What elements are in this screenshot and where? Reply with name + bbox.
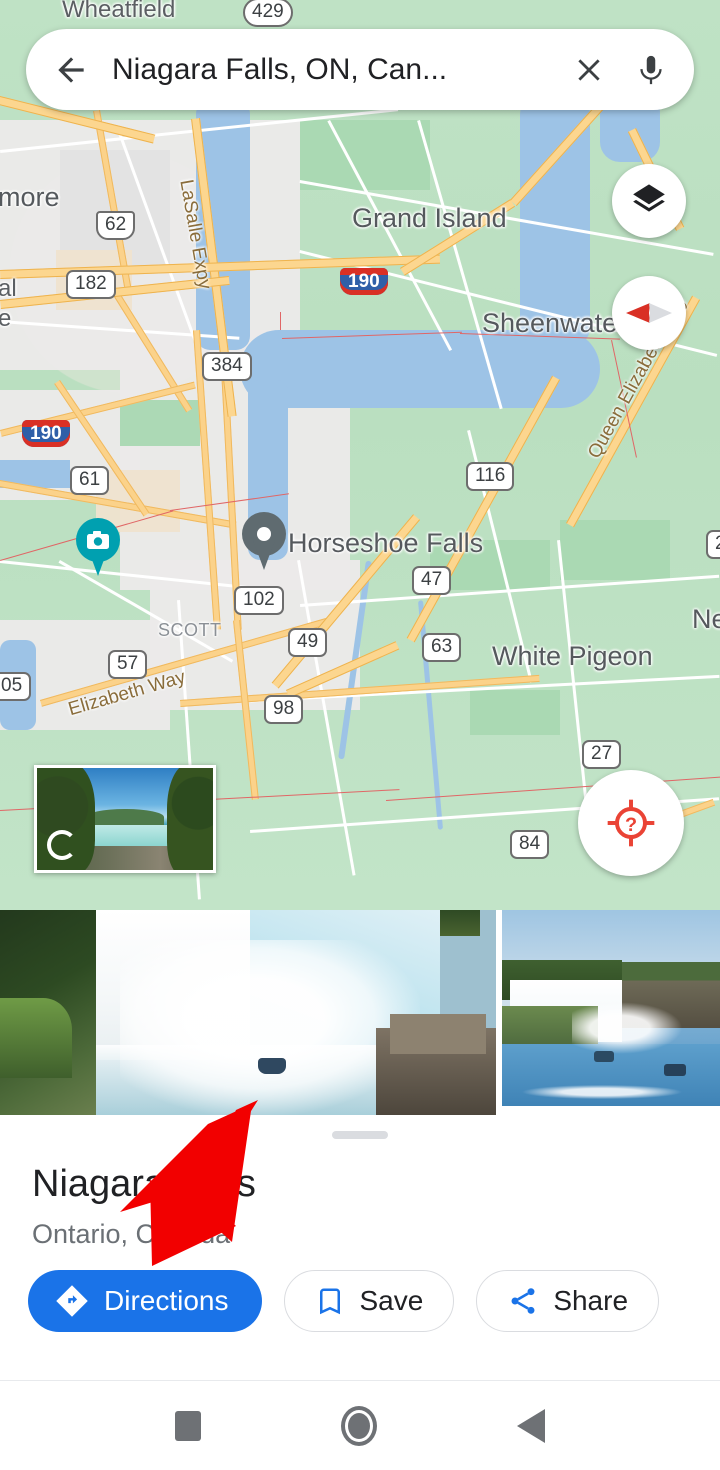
highway-shield: 49 [288, 628, 328, 657]
save-button[interactable]: Save [284, 1270, 455, 1332]
layers-icon [633, 184, 665, 212]
highway-shield: 2 [706, 530, 720, 559]
highway-shield: 05 [0, 672, 32, 701]
photo-vegetation [0, 998, 72, 1078]
map-label: Sheenwater [482, 308, 627, 338]
map-label: Wheatfield [62, 0, 176, 23]
photo-boat-2 [594, 1051, 614, 1062]
street-view-tree-right [167, 768, 213, 870]
street-view-hill [86, 808, 164, 826]
android-navigation-bar [0, 1380, 720, 1470]
map-border [280, 312, 281, 330]
map-label: SCOTT [158, 620, 222, 640]
back-triangle-icon[interactable] [517, 1408, 545, 1443]
place-title: Niagara Falls [32, 1163, 256, 1205]
pin-dot [257, 527, 271, 541]
photo-mist [120, 940, 420, 1115]
compass-icon [626, 303, 672, 323]
home-circle-icon[interactable] [341, 1405, 377, 1446]
street-view-thumbnail[interactable] [34, 765, 216, 873]
photo-town-buildings [390, 1014, 486, 1054]
bookmark-icon [320, 1288, 341, 1315]
map-compass-button[interactable] [612, 276, 686, 350]
save-label: Save [359, 1285, 424, 1316]
photo-boat [664, 1064, 686, 1076]
highway-shield: 429 [243, 0, 293, 27]
place-info-sheet: Niagara Falls Ontario, Canada Directions… [0, 1115, 720, 1380]
highway-shield: 27 [582, 740, 622, 769]
sheet-drag-handle[interactable] [332, 1131, 388, 1139]
place-photo-main[interactable] [0, 910, 496, 1115]
destination-pin[interactable] [242, 512, 286, 570]
microphone-icon [640, 55, 662, 84]
voice-search-button[interactable] [634, 53, 668, 87]
photo-boat [258, 1058, 286, 1074]
highway-shield: 116 [466, 462, 515, 491]
highway-shield: 102 [234, 586, 284, 615]
search-input[interactable]: Niagara Falls, ON, Can... [112, 53, 562, 87]
back-button[interactable] [52, 51, 90, 89]
svg-text:?: ? [625, 814, 637, 836]
share-label: Share [553, 1285, 629, 1316]
highway-shield: 63 [422, 633, 462, 662]
share-icon [511, 1288, 535, 1314]
search-bar[interactable]: Niagara Falls, ON, Can... [26, 29, 694, 110]
directions-icon [56, 1285, 88, 1317]
map-label: Ne [692, 604, 720, 634]
highway-shield: 57 [108, 650, 148, 679]
map-canvas[interactable]: Wheatfield Grand Island Sheenwater more al e H… [0, 0, 720, 910]
map-landuse [300, 120, 430, 190]
pin-tail [253, 540, 275, 570]
back-arrow-icon [58, 56, 84, 83]
recents-square-icon[interactable] [175, 1410, 201, 1441]
photo-pin[interactable] [76, 518, 120, 576]
place-photo-secondary[interactable] [502, 910, 720, 1106]
map-label: White Pigeon [492, 641, 653, 671]
highway-shield: 61 [70, 466, 110, 495]
google-maps-screen: Wheatfield Grand Island Sheenwater more al e H… [0, 0, 720, 1470]
street-view-rotate-icon [47, 830, 77, 860]
share-button[interactable]: Share [476, 1270, 660, 1332]
highway-shield: 190 [340, 268, 388, 295]
place-subtitle: Ontario, Canada [32, 1219, 231, 1249]
map-label: Horseshoe Falls [288, 528, 484, 558]
map-label: Grand Island [352, 203, 507, 233]
location-unavailable-icon: ? [607, 799, 655, 847]
map-label: al [0, 275, 17, 302]
directions-label: Directions [104, 1285, 229, 1316]
highway-shield: 98 [264, 695, 304, 724]
directions-button[interactable]: Directions [28, 1270, 263, 1332]
camera-icon [87, 531, 109, 549]
map-label: more [0, 182, 60, 212]
highway-shield: 47 [412, 566, 452, 595]
photo-mist [572, 998, 692, 1058]
pin-tail [87, 546, 109, 576]
highway-shield: 182 [66, 270, 116, 299]
highway-shield: 62 [96, 211, 136, 240]
map-landuse [470, 690, 560, 735]
my-location-button[interactable]: ? [578, 770, 684, 876]
highway-shield: 84 [510, 830, 550, 859]
place-photo-strip[interactable] [0, 910, 720, 1115]
clear-search-button[interactable] [572, 53, 606, 87]
highway-shield: 384 [202, 352, 252, 381]
map-label: e [0, 305, 12, 332]
highway-shield: 190 [22, 420, 70, 447]
map-landuse [560, 520, 670, 580]
map-layers-button[interactable] [612, 164, 686, 238]
close-icon [578, 58, 600, 81]
place-action-buttons: Directions Save Share [28, 1270, 660, 1332]
photo-foam [512, 1084, 692, 1100]
